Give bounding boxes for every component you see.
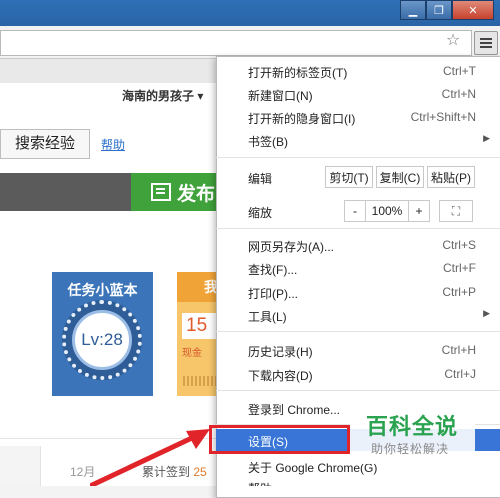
menu-item-downloads[interactable]: 下载内容(D) Ctrl+J bbox=[216, 363, 500, 385]
publish-button[interactable]: 发布 bbox=[131, 173, 221, 211]
menu-shortcut: Ctrl+N bbox=[441, 87, 476, 101]
menu-shortcut: Ctrl+F bbox=[443, 261, 476, 275]
level-badge: Lv:28 bbox=[72, 310, 132, 370]
menu-item-new-tab[interactable]: 打开新的标签页(T) Ctrl+T bbox=[216, 60, 500, 82]
menu-shortcut: Ctrl+J bbox=[444, 367, 476, 381]
help-link[interactable]: 帮助 bbox=[101, 136, 125, 153]
menu-label: 帮助 bbox=[248, 480, 272, 486]
menu-shortcut: Ctrl+Shift+N bbox=[410, 110, 476, 124]
menu-separator bbox=[216, 157, 500, 158]
menu-item-find[interactable]: 查找(F)... Ctrl+F bbox=[216, 257, 500, 279]
menu-label: 网页另存为(A)... bbox=[248, 240, 334, 254]
menu-separator bbox=[216, 390, 500, 391]
chrome-menu-button[interactable] bbox=[474, 31, 498, 55]
menu-label: 书签(B) bbox=[248, 135, 288, 149]
watermark-title: 百科全说 bbox=[366, 414, 459, 439]
close-button[interactable]: ✕ bbox=[452, 0, 494, 20]
window-controls: ▁ ❐ ✕ bbox=[400, 0, 494, 20]
fullscreen-icon[interactable]: ⛶ bbox=[439, 200, 473, 222]
menu-label: 编辑 bbox=[248, 172, 273, 186]
menu-item-save-as[interactable]: 网页另存为(A)... Ctrl+S bbox=[216, 234, 500, 256]
menu-label: 打印(P)... bbox=[248, 287, 298, 301]
username-link[interactable]: 海南的男孩子 ▾ bbox=[122, 87, 203, 104]
zoom-in-button[interactable]: + bbox=[408, 200, 430, 222]
menu-label: 打开新的标签页(T) bbox=[248, 66, 348, 80]
menu-separator bbox=[216, 331, 500, 332]
paste-button[interactable]: 粘贴(P) bbox=[427, 166, 475, 188]
menu-icon bbox=[480, 38, 492, 40]
annotation-arrow-icon bbox=[90, 429, 210, 486]
menu-item-tools[interactable]: 工具(L) ▶ bbox=[216, 304, 500, 326]
menu-separator bbox=[216, 228, 500, 229]
menu-item-history[interactable]: 历史记录(H) Ctrl+H bbox=[216, 339, 500, 361]
watermark-subtitle: 助你轻松解决 bbox=[371, 442, 450, 456]
menu-item-incognito[interactable]: 打开新的隐身窗口(I) Ctrl+Shift+N bbox=[216, 106, 500, 128]
menu-label: 工具(L) bbox=[248, 310, 287, 324]
task-card-title: 任务小蓝本 bbox=[67, 282, 138, 298]
menu-shortcut: Ctrl+H bbox=[441, 343, 476, 357]
menu-item-help[interactable]: 帮助 bbox=[216, 476, 500, 486]
bottom-left-panel bbox=[0, 446, 41, 486]
menu-label: 查找(F)... bbox=[248, 263, 298, 277]
menu-label: 下载内容(D) bbox=[248, 369, 313, 383]
restore-button[interactable]: ❐ bbox=[426, 0, 452, 20]
menu-shortcut: Ctrl+T bbox=[443, 64, 476, 78]
annotation-highlight-box bbox=[209, 425, 350, 454]
search-experience-button[interactable]: 搜索经验 bbox=[0, 129, 90, 159]
minimize-button[interactable]: ▁ bbox=[400, 0, 426, 20]
menu-item-print[interactable]: 打印(P)... Ctrl+P bbox=[216, 281, 500, 303]
orange-card-label: 现金 bbox=[182, 348, 202, 359]
copy-button[interactable]: 复制(C) bbox=[376, 166, 424, 188]
publish-label: 发布 bbox=[177, 183, 216, 205]
menu-label: 历史记录(H) bbox=[248, 345, 313, 359]
submenu-arrow-icon: ▶ bbox=[483, 133, 490, 143]
menu-shortcut: Ctrl+P bbox=[442, 285, 476, 299]
orange-card-title: 我 bbox=[177, 272, 218, 302]
star-icon[interactable]: ☆ bbox=[444, 32, 462, 50]
menu-label: 打开新的隐身窗口(I) bbox=[248, 112, 356, 126]
menu-label: 新建窗口(N) bbox=[248, 89, 313, 103]
submenu-arrow-icon: ▶ bbox=[483, 308, 490, 318]
menu-item-bookmarks[interactable]: 书签(B) ▶ bbox=[216, 129, 500, 151]
nav-bar bbox=[0, 173, 131, 211]
edit-icon bbox=[151, 183, 171, 201]
menu-shortcut: Ctrl+S bbox=[442, 238, 476, 252]
address-bar[interactable] bbox=[0, 30, 472, 56]
menu-label: 缩放 bbox=[248, 206, 273, 220]
menu-item-new-window[interactable]: 新建窗口(N) Ctrl+N bbox=[216, 83, 500, 105]
menu-label: 登录到 Chrome... bbox=[248, 403, 341, 417]
orange-card-pattern bbox=[183, 376, 217, 386]
orange-card-value: 15 bbox=[182, 313, 217, 339]
zoom-out-button[interactable]: - bbox=[344, 200, 366, 222]
zoom-level: 100% bbox=[366, 200, 408, 222]
cut-button[interactable]: 剪切(T) bbox=[325, 166, 373, 188]
